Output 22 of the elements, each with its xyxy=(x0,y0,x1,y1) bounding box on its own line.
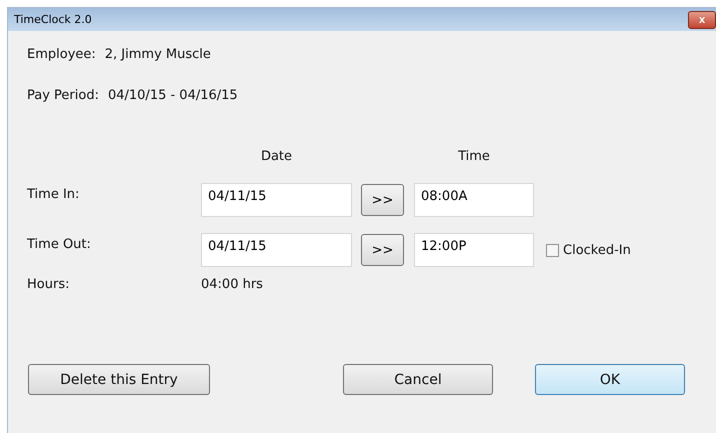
row-label: Time In: xyxy=(27,186,80,202)
date-field[interactable]: 04/11/15 xyxy=(201,233,352,267)
employee-label: Employee: xyxy=(27,47,96,64)
copy-button[interactable]: >> xyxy=(361,184,404,216)
delete-button[interactable]: Delete this Entry xyxy=(28,364,210,395)
column-header: Time xyxy=(457,149,491,166)
time-field[interactable]: 08:00A xyxy=(414,183,534,217)
window-title: TimeClock 2.0 xyxy=(14,13,92,26)
cancel-button[interactable]: Cancel xyxy=(343,364,493,395)
employee-value: 2, Jimmy Muscle xyxy=(104,47,211,64)
checkbox[interactable] xyxy=(546,244,559,257)
hours-value: 04:00 hrs xyxy=(201,277,263,292)
time-field[interactable]: 12:00P xyxy=(414,233,534,267)
hours-label: Hours: xyxy=(27,277,70,292)
pay-period-value: 04/10/15 - 04/16/15 xyxy=(108,88,238,105)
ok-button[interactable]: OK xyxy=(535,364,685,395)
checkbox-label: Clocked-In xyxy=(563,243,631,258)
row-label: Time Out: xyxy=(27,236,91,252)
date-field[interactable]: 04/11/15 xyxy=(201,183,352,217)
copy-button[interactable]: >> xyxy=(361,234,404,266)
pay-period-label: Pay Period: xyxy=(27,88,99,105)
column-header: Date xyxy=(260,149,294,166)
